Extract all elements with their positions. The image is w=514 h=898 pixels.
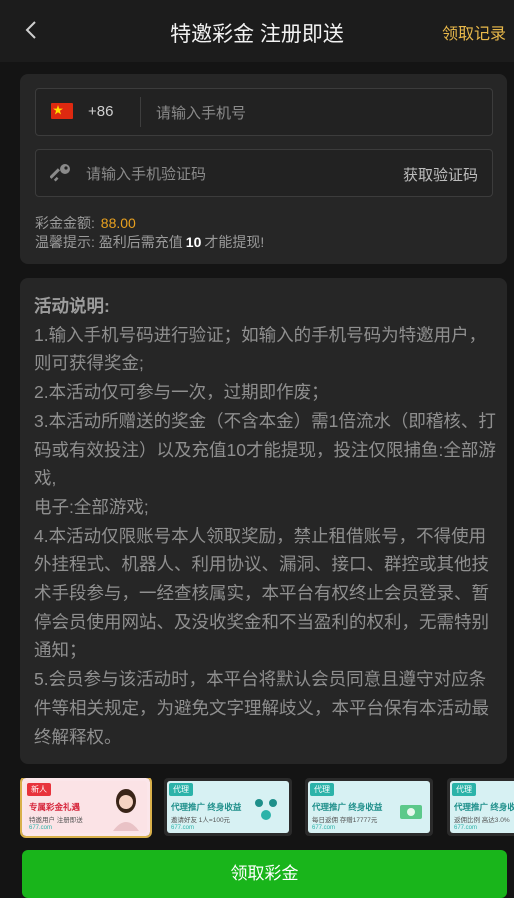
promo-banner-new-user[interactable]: 新人 专属彩金礼遇 特邀用户 注册即送 677.com (20, 778, 152, 838)
verification-code-input[interactable] (84, 163, 388, 185)
activity-rules-card: 活动说明: 1.输入手机号码进行验证；如输入的手机号码为特邀用户，则可获得奖金;… (20, 278, 507, 764)
banner-tag: 代理 (169, 783, 193, 796)
withdraw-tip: 温馨提示: 盈利后需充值 10 才能提现! (35, 232, 264, 252)
tip-prefix: 温馨提示: 盈利后需充值 (35, 234, 183, 250)
banner-subtitle: 返佣比例 高达3.0% (454, 817, 510, 824)
page-title: 特邀彩金 注册即送 (170, 23, 344, 46)
banner-body: 新人 专属彩金礼遇 特邀用户 注册即送 677.com (25, 781, 147, 833)
promo-banner-agent-2[interactable]: 代理 代理推广 终身收益 每日返佣 存赠17777元 677.com (305, 778, 433, 836)
banner-title: 专属彩金礼遇 (29, 802, 81, 812)
banner-title: 代理推广 终身收益 (454, 802, 514, 812)
phone-input[interactable] (154, 102, 478, 124)
claim-record-link[interactable]: 领取记录 (442, 20, 506, 44)
rule-item: 4.本活动仅限账号本人领取奖励，禁止租借账号，不得使用外挂程式、机器人、利用协议… (34, 525, 489, 661)
people-icon (255, 799, 277, 820)
key-icon (50, 164, 70, 182)
tip-value: 10 (185, 234, 202, 250)
promo-banner-agent-3[interactable]: 代理 代理推广 终身收益 返佣比例 高达3.0% 677.com (447, 778, 514, 836)
banner-footer: 677.com (454, 825, 478, 831)
rule-item: 电子:全部游戏; (34, 496, 149, 517)
promo-banner-strip: 新人 专属彩金礼遇 特邀用户 注册即送 677.com 代理 代理推广 终身收益… (0, 778, 514, 840)
claim-bonus-button[interactable]: 领取彩金 (22, 850, 507, 898)
get-code-button[interactable]: 获取验证码 (403, 164, 478, 185)
divider (140, 97, 141, 127)
top-bar: 特邀彩金 注册即送 领取记录 (0, 0, 514, 62)
banner-body: 代理 代理推广 终身收益 邀请好友 1人=100元 677.com (167, 781, 289, 833)
activity-rules: 活动说明: 1.输入手机号码进行验证；如输入的手机号码为特邀用户，则可获得奖金;… (34, 292, 496, 751)
banner-tag: 代理 (310, 783, 334, 796)
banner-footer: 677.com (171, 825, 195, 831)
banner-title: 代理推广 终身收益 (312, 802, 383, 812)
banner-subtitle: 特邀用户 注册即送 (29, 817, 83, 824)
phone-field: +86 (35, 88, 493, 136)
banner-tag: 代理 (452, 783, 476, 796)
rule-item: 5.会员参与该活动时，本平台将默认会员同意且遵守对应条件等相关规定，为避免文字理… (34, 669, 489, 747)
woman-illustration-icon (113, 789, 139, 831)
china-flag-icon[interactable] (51, 103, 73, 119)
rule-item: 3.本活动所赠送的奖金（不含本金）需1倍流水（即稽核、打码或有效投注）以及充值1… (34, 410, 496, 489)
bonus-amount-value: 88.00 (100, 215, 136, 231)
banner-subtitle: 邀请好友 1人=100元 (171, 817, 231, 824)
verification-code-field: 获取验证码 (35, 149, 493, 197)
cash-icon (400, 805, 422, 819)
banner-footer: 677.com (312, 825, 336, 831)
tip-suffix: 才能提现! (204, 234, 265, 250)
rule-item: 2.本活动仅可参与一次，过期即作废； (34, 382, 329, 403)
bonus-amount-label: 彩金金额: (35, 215, 95, 231)
claim-form-card: +86 获取验证码 彩金金额: 88.00 温馨提示: 盈利后需充值10才能提现… (20, 74, 507, 264)
banner-title: 代理推广 终身收益 (171, 802, 242, 812)
rules-heading: 活动说明: (34, 296, 110, 316)
banner-tag: 新人 (27, 783, 51, 796)
banner-subtitle: 每日返佣 存赠17777元 (312, 817, 378, 824)
banner-body: 代理 代理推广 终身收益 返佣比例 高达3.0% 677.com (450, 781, 514, 833)
banner-footer: 677.com (29, 825, 53, 831)
bonus-amount: 彩金金额: 88.00 (35, 213, 136, 233)
country-code[interactable]: +86 (88, 103, 113, 120)
banner-body: 代理 代理推广 终身收益 每日返佣 存赠17777元 677.com (308, 781, 430, 833)
rule-item: 1.输入手机号码进行验证；如输入的手机号码为特邀用户，则可获得奖金; (34, 324, 487, 374)
promo-banner-agent-1[interactable]: 代理 代理推广 终身收益 邀请好友 1人=100元 677.com (164, 778, 292, 836)
